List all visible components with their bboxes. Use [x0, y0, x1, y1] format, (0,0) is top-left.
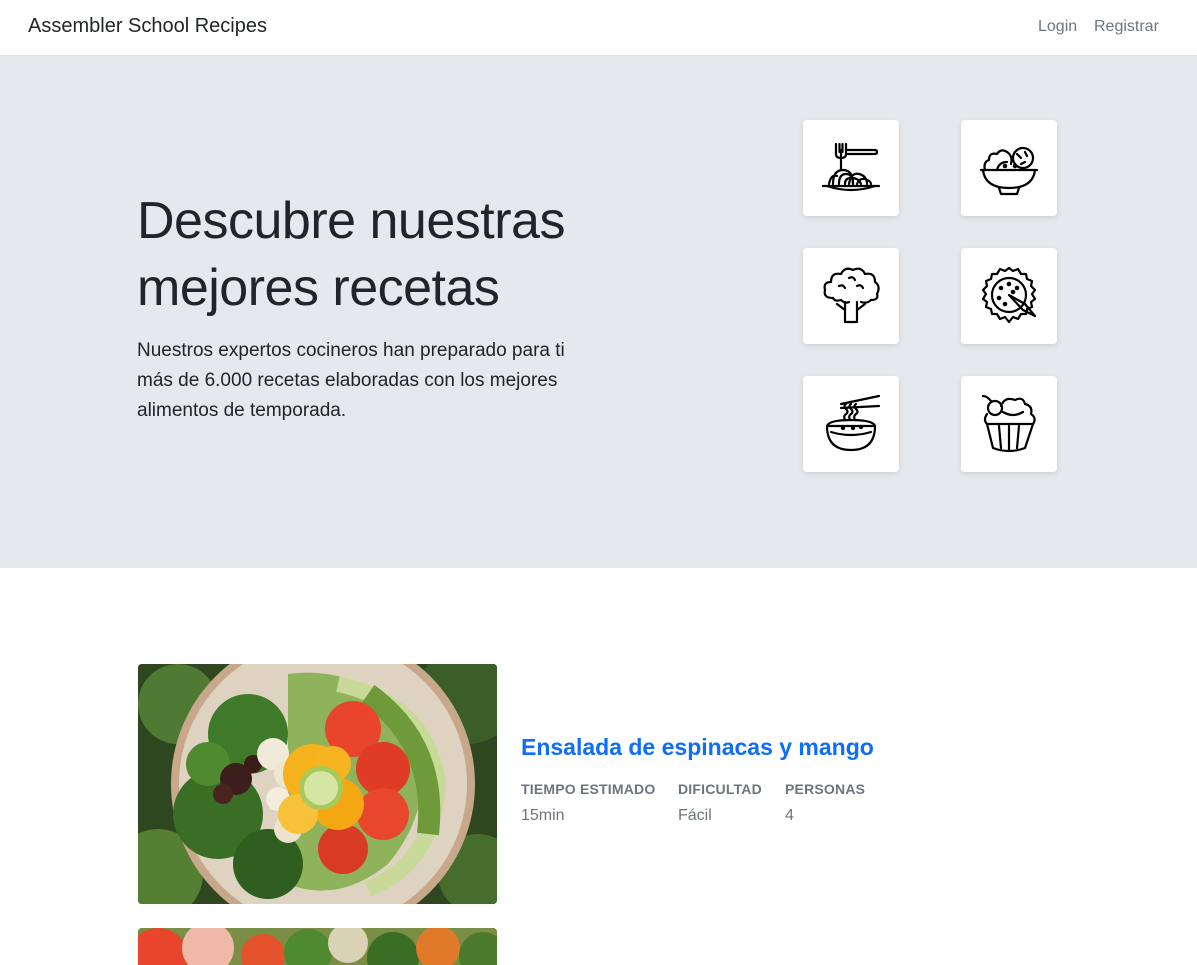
- salad-bowl-icon: [979, 146, 1039, 196]
- salad-photo: [138, 664, 497, 904]
- pie-icon: [981, 266, 1037, 324]
- brand-link[interactable]: Assembler School Recipes: [28, 15, 267, 38]
- difficulty-label: DIFICULTAD: [678, 781, 762, 797]
- category-tile-salad[interactable]: [961, 120, 1057, 216]
- recipe-title-link[interactable]: Ensalada de espinacas y mango: [521, 734, 874, 761]
- broccoli-icon: [823, 267, 880, 324]
- category-tile-noodles[interactable]: [803, 376, 899, 472]
- estimated-time-value: 15min: [521, 807, 565, 824]
- cupcake-icon: [981, 394, 1036, 453]
- login-link[interactable]: Login: [1038, 18, 1077, 36]
- hero-title: Descubre nuestras mejores recetas: [137, 192, 565, 317]
- register-link[interactable]: Registrar: [1094, 18, 1159, 36]
- recipe-image[interactable]: [138, 664, 497, 904]
- recipe-image[interactable]: [138, 928, 497, 965]
- servings-label: PERSONAS: [785, 781, 866, 797]
- servings-value: 4: [785, 807, 794, 824]
- category-tile-spaghetti[interactable]: [803, 120, 899, 216]
- hero-section: Descubre nuestras mejores recetas Nuestr…: [0, 56, 1197, 568]
- noodle-bowl-icon: [825, 394, 881, 452]
- navbar: Assembler School Recipes Login Registrar: [0, 0, 1197, 56]
- vegetables-photo: [138, 928, 497, 965]
- hero-description: Nuestros expertos cocineros han preparad…: [137, 340, 565, 421]
- category-tile-vegetables[interactable]: [803, 248, 899, 344]
- category-tile-pie[interactable]: [961, 248, 1057, 344]
- spaghetti-icon: [821, 142, 881, 192]
- difficulty-value: Fácil: [678, 807, 712, 824]
- category-tile-desserts[interactable]: [961, 376, 1057, 472]
- estimated-time-label: TIEMPO ESTIMADO: [521, 781, 656, 797]
